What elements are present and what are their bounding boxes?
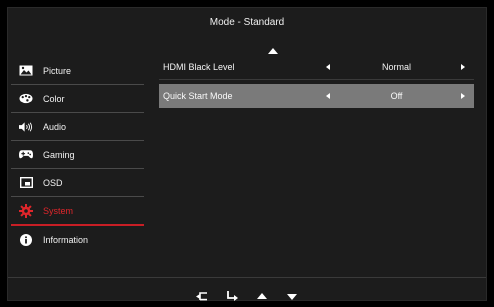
sidebar-item-label: Audio: [43, 121, 67, 132]
palette-icon: [19, 93, 33, 105]
right-arrow-icon[interactable]: [461, 64, 465, 70]
gear-icon: [19, 203, 33, 218]
setting-label: Quick Start Mode: [163, 91, 233, 101]
settings-panel: HDMI Black Level Normal Quick Start Mode…: [159, 55, 474, 112]
speaker-icon: [19, 121, 33, 133]
osd-menu: Mode - Standard Picture Color Audio Gami…: [7, 7, 487, 301]
sidebar-item-gaming[interactable]: Gaming: [11, 141, 144, 169]
enter-icon[interactable]: [225, 291, 239, 301]
setting-value: Off: [390, 91, 403, 101]
left-arrow-icon[interactable]: [326, 93, 330, 99]
sidebar: Picture Color Audio Gaming OSD System In…: [11, 57, 144, 253]
button-guide: [8, 290, 486, 302]
setting-value: Normal: [381, 62, 411, 72]
sidebar-item-label: System: [43, 205, 74, 216]
setting-row-hdmi-black-level[interactable]: HDMI Black Level Normal: [159, 55, 474, 80]
sidebar-item-information[interactable]: Information: [11, 226, 144, 253]
sidebar-item-system[interactable]: System: [11, 197, 144, 226]
sidebar-item-osd[interactable]: OSD: [11, 169, 144, 197]
picture-icon: [19, 65, 33, 77]
gamepad-icon: [19, 149, 33, 161]
sidebar-item-label: Gaming: [43, 149, 75, 160]
sidebar-item-color[interactable]: Color: [11, 85, 144, 113]
sidebar-item-label: Color: [43, 93, 65, 104]
sidebar-item-label: Information: [43, 234, 89, 245]
sidebar-item-label: Picture: [43, 65, 72, 76]
divider: [8, 277, 486, 278]
down-arrow-icon[interactable]: [285, 291, 299, 301]
setting-label: HDMI Black Level: [163, 62, 235, 72]
sidebar-item-label: OSD: [43, 177, 63, 188]
back-icon[interactable]: [195, 291, 209, 301]
setting-row-quick-start-mode[interactable]: Quick Start Mode Off: [159, 84, 474, 108]
left-arrow-icon[interactable]: [326, 64, 330, 70]
up-arrow-icon[interactable]: [255, 291, 269, 301]
sidebar-item-picture[interactable]: Picture: [11, 57, 144, 85]
osd-icon: [19, 177, 33, 189]
page-title: Mode - Standard: [209, 17, 285, 28]
scroll-up-arrow-icon[interactable]: [268, 48, 278, 54]
right-arrow-icon[interactable]: [461, 93, 465, 99]
sidebar-item-audio[interactable]: Audio: [11, 113, 144, 141]
info-icon: [19, 233, 33, 246]
